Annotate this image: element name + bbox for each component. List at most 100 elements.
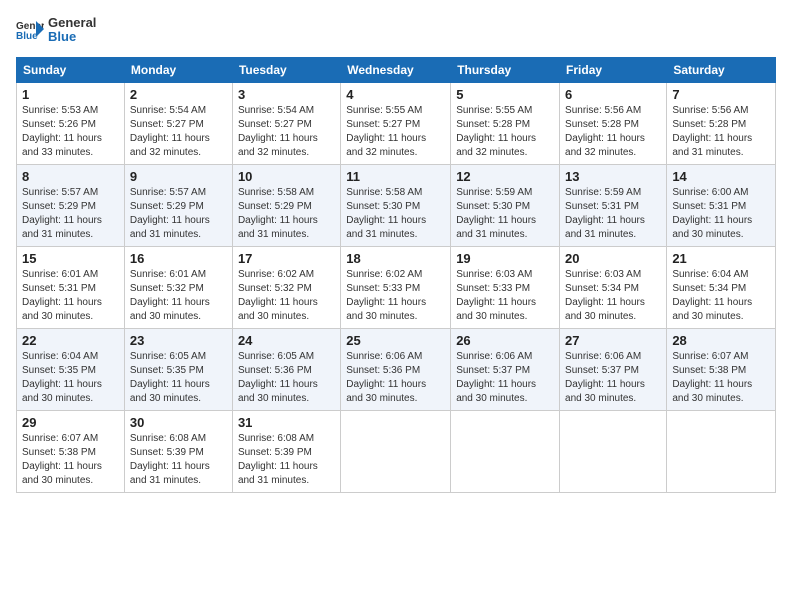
calendar-cell: 18 Sunrise: 6:02 AM Sunset: 5:33 PM Dayl… [341,246,451,328]
day-header-tuesday: Tuesday [232,57,340,82]
day-number: 17 [238,251,335,266]
day-info: Sunrise: 6:05 AM Sunset: 5:36 PM Dayligh… [238,350,335,406]
calendar-cell: 28 Sunrise: 6:07 AM Sunset: 5:38 PM Dayl… [667,328,776,410]
day-number: 9 [130,169,227,184]
calendar-cell [560,410,667,492]
day-header-friday: Friday [560,57,667,82]
day-header-sunday: Sunday [17,57,125,82]
day-info: Sunrise: 5:59 AM Sunset: 5:30 PM Dayligh… [456,186,554,242]
calendar-cell: 10 Sunrise: 5:58 AM Sunset: 5:29 PM Dayl… [232,164,340,246]
calendar-cell: 20 Sunrise: 6:03 AM Sunset: 5:34 PM Dayl… [560,246,667,328]
day-info: Sunrise: 5:58 AM Sunset: 5:29 PM Dayligh… [238,186,335,242]
day-number: 20 [565,251,661,266]
day-info: Sunrise: 5:53 AM Sunset: 5:26 PM Dayligh… [22,104,119,160]
calendar-cell: 1 Sunrise: 5:53 AM Sunset: 5:26 PM Dayli… [17,82,125,164]
day-number: 12 [456,169,554,184]
calendar-cell: 23 Sunrise: 6:05 AM Sunset: 5:35 PM Dayl… [124,328,232,410]
day-number: 23 [130,333,227,348]
calendar-cell [451,410,560,492]
day-number: 14 [672,169,770,184]
day-number: 3 [238,87,335,102]
day-info: Sunrise: 5:54 AM Sunset: 5:27 PM Dayligh… [238,104,335,160]
calendar-cell: 7 Sunrise: 5:56 AM Sunset: 5:28 PM Dayli… [667,82,776,164]
day-number: 13 [565,169,661,184]
day-info: Sunrise: 5:58 AM Sunset: 5:30 PM Dayligh… [346,186,445,242]
day-number: 29 [22,415,119,430]
calendar-cell: 29 Sunrise: 6:07 AM Sunset: 5:38 PM Dayl… [17,410,125,492]
day-number: 30 [130,415,227,430]
day-number: 16 [130,251,227,266]
day-number: 4 [346,87,445,102]
day-info: Sunrise: 6:07 AM Sunset: 5:38 PM Dayligh… [22,432,119,488]
calendar-cell: 25 Sunrise: 6:06 AM Sunset: 5:36 PM Dayl… [341,328,451,410]
day-number: 22 [22,333,119,348]
calendar-cell: 19 Sunrise: 6:03 AM Sunset: 5:33 PM Dayl… [451,246,560,328]
day-info: Sunrise: 5:54 AM Sunset: 5:27 PM Dayligh… [130,104,227,160]
day-info: Sunrise: 6:03 AM Sunset: 5:33 PM Dayligh… [456,268,554,324]
calendar-cell: 30 Sunrise: 6:08 AM Sunset: 5:39 PM Dayl… [124,410,232,492]
day-info: Sunrise: 6:07 AM Sunset: 5:38 PM Dayligh… [672,350,770,406]
calendar-cell: 13 Sunrise: 5:59 AM Sunset: 5:31 PM Dayl… [560,164,667,246]
logo-general: General [48,16,96,30]
calendar-cell [341,410,451,492]
calendar-cell: 15 Sunrise: 6:01 AM Sunset: 5:31 PM Dayl… [17,246,125,328]
day-info: Sunrise: 6:01 AM Sunset: 5:31 PM Dayligh… [22,268,119,324]
day-number: 18 [346,251,445,266]
calendar-cell: 26 Sunrise: 6:06 AM Sunset: 5:37 PM Dayl… [451,328,560,410]
calendar-cell [667,410,776,492]
calendar-cell: 14 Sunrise: 6:00 AM Sunset: 5:31 PM Dayl… [667,164,776,246]
calendar-cell: 31 Sunrise: 6:08 AM Sunset: 5:39 PM Dayl… [232,410,340,492]
day-info: Sunrise: 5:55 AM Sunset: 5:27 PM Dayligh… [346,104,445,160]
day-info: Sunrise: 6:04 AM Sunset: 5:35 PM Dayligh… [22,350,119,406]
day-number: 7 [672,87,770,102]
day-info: Sunrise: 6:06 AM Sunset: 5:36 PM Dayligh… [346,350,445,406]
day-number: 11 [346,169,445,184]
day-info: Sunrise: 5:59 AM Sunset: 5:31 PM Dayligh… [565,186,661,242]
calendar-cell: 27 Sunrise: 6:06 AM Sunset: 5:37 PM Dayl… [560,328,667,410]
day-number: 27 [565,333,661,348]
day-number: 31 [238,415,335,430]
day-info: Sunrise: 5:55 AM Sunset: 5:28 PM Dayligh… [456,104,554,160]
calendar-cell: 8 Sunrise: 5:57 AM Sunset: 5:29 PM Dayli… [17,164,125,246]
day-header-wednesday: Wednesday [341,57,451,82]
day-number: 8 [22,169,119,184]
day-info: Sunrise: 6:02 AM Sunset: 5:32 PM Dayligh… [238,268,335,324]
calendar-cell: 12 Sunrise: 5:59 AM Sunset: 5:30 PM Dayl… [451,164,560,246]
day-info: Sunrise: 6:01 AM Sunset: 5:32 PM Dayligh… [130,268,227,324]
calendar-cell: 5 Sunrise: 5:55 AM Sunset: 5:28 PM Dayli… [451,82,560,164]
day-info: Sunrise: 6:08 AM Sunset: 5:39 PM Dayligh… [130,432,227,488]
calendar-cell: 2 Sunrise: 5:54 AM Sunset: 5:27 PM Dayli… [124,82,232,164]
day-header-saturday: Saturday [667,57,776,82]
day-number: 6 [565,87,661,102]
svg-text:Blue: Blue [16,31,38,41]
day-number: 21 [672,251,770,266]
day-info: Sunrise: 5:56 AM Sunset: 5:28 PM Dayligh… [672,104,770,160]
calendar-cell: 3 Sunrise: 5:54 AM Sunset: 5:27 PM Dayli… [232,82,340,164]
day-number: 24 [238,333,335,348]
calendar-cell: 16 Sunrise: 6:01 AM Sunset: 5:32 PM Dayl… [124,246,232,328]
day-header-monday: Monday [124,57,232,82]
day-info: Sunrise: 6:08 AM Sunset: 5:39 PM Dayligh… [238,432,335,488]
day-number: 28 [672,333,770,348]
day-info: Sunrise: 6:06 AM Sunset: 5:37 PM Dayligh… [456,350,554,406]
calendar-cell: 9 Sunrise: 5:57 AM Sunset: 5:29 PM Dayli… [124,164,232,246]
day-number: 25 [346,333,445,348]
calendar-cell: 6 Sunrise: 5:56 AM Sunset: 5:28 PM Dayli… [560,82,667,164]
day-info: Sunrise: 5:57 AM Sunset: 5:29 PM Dayligh… [130,186,227,242]
day-info: Sunrise: 5:56 AM Sunset: 5:28 PM Dayligh… [565,104,661,160]
calendar-cell: 24 Sunrise: 6:05 AM Sunset: 5:36 PM Dayl… [232,328,340,410]
day-number: 19 [456,251,554,266]
day-header-thursday: Thursday [451,57,560,82]
logo: General Blue General Blue [16,16,96,45]
day-info: Sunrise: 6:06 AM Sunset: 5:37 PM Dayligh… [565,350,661,406]
day-number: 5 [456,87,554,102]
day-info: Sunrise: 5:57 AM Sunset: 5:29 PM Dayligh… [22,186,119,242]
day-info: Sunrise: 6:02 AM Sunset: 5:33 PM Dayligh… [346,268,445,324]
day-number: 1 [22,87,119,102]
day-number: 10 [238,169,335,184]
day-info: Sunrise: 6:04 AM Sunset: 5:34 PM Dayligh… [672,268,770,324]
logo-blue: Blue [48,30,96,44]
calendar-cell: 17 Sunrise: 6:02 AM Sunset: 5:32 PM Dayl… [232,246,340,328]
day-info: Sunrise: 6:05 AM Sunset: 5:35 PM Dayligh… [130,350,227,406]
calendar-table: SundayMondayTuesdayWednesdayThursdayFrid… [16,57,776,493]
